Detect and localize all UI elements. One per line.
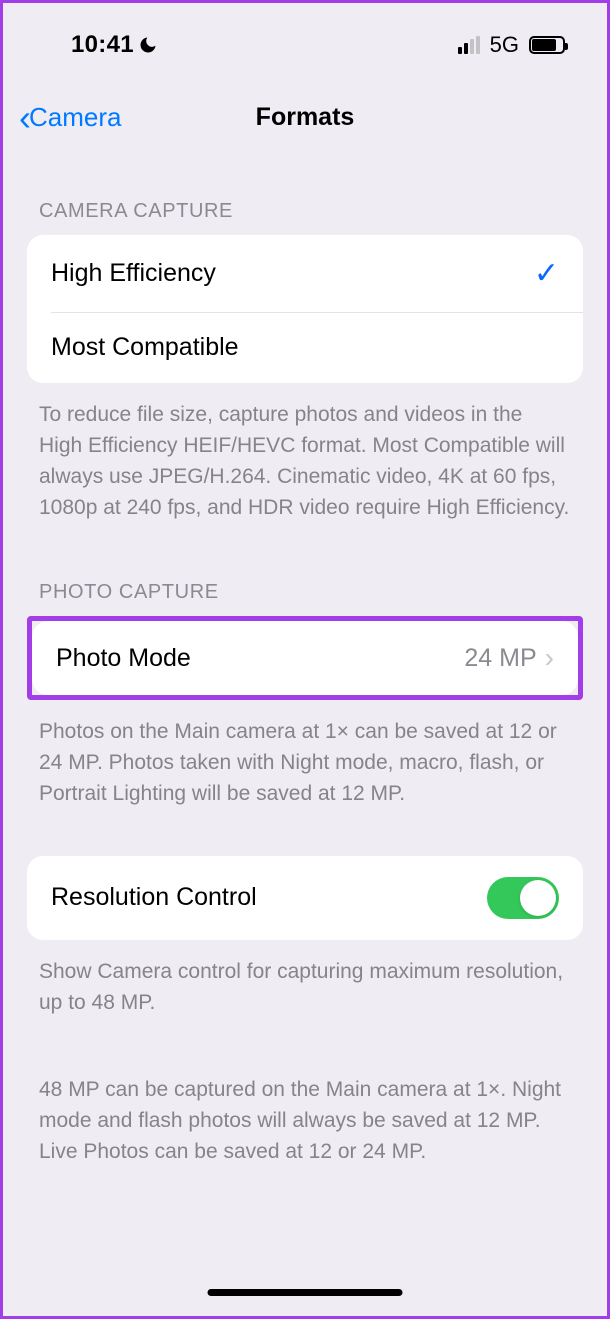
photo-mode-label: Photo Mode	[56, 644, 191, 673]
back-label: Camera	[29, 102, 121, 133]
photo-mode-row[interactable]: Photo Mode 24 MP ›	[32, 621, 578, 695]
high-efficiency-row[interactable]: High Efficiency ✓	[27, 235, 583, 312]
high-efficiency-label: High Efficiency	[51, 259, 216, 288]
highlight-annotation: Photo Mode 24 MP ›	[27, 616, 583, 700]
resolution-control-label: Resolution Control	[51, 883, 257, 912]
photo-capture-header: PHOTO CAPTURE	[27, 533, 583, 616]
camera-capture-footer: To reduce file size, capture photos and …	[27, 383, 583, 533]
resolution-control-group: Resolution Control	[27, 856, 583, 940]
photo-capture-section: PHOTO CAPTURE Photo Mode 24 MP › Photos …	[3, 533, 607, 819]
back-button[interactable]: ‹ Camera	[19, 100, 121, 136]
photo-capture-footer: Photos on the Main camera at 1× can be s…	[27, 700, 583, 819]
status-time: 10:41	[71, 31, 134, 59]
resolution-control-footer-1: Show Camera control for capturing maximu…	[27, 940, 583, 1028]
resolution-control-section: Resolution Control Show Camera control f…	[3, 856, 607, 1177]
photo-capture-group: Photo Mode 24 MP ›	[32, 621, 578, 695]
most-compatible-label: Most Compatible	[51, 333, 239, 362]
check-icon: ✓	[534, 256, 559, 291]
signal-icon	[458, 36, 480, 54]
camera-capture-header: CAMERA CAPTURE	[27, 160, 583, 235]
resolution-control-footer-2: 48 MP can be captured on the Main camera…	[27, 1058, 583, 1177]
nav-header: ‹ Camera Formats	[3, 73, 607, 160]
status-right: 5G	[458, 32, 565, 58]
most-compatible-row[interactable]: Most Compatible	[27, 312, 583, 383]
camera-capture-section: CAMERA CAPTURE High Efficiency ✓ Most Co…	[3, 160, 607, 533]
home-indicator[interactable]	[208, 1289, 403, 1296]
chevron-right-icon: ›	[545, 642, 554, 674]
battery-icon	[529, 36, 565, 54]
photo-mode-value: 24 MP	[464, 644, 536, 673]
camera-capture-group: High Efficiency ✓ Most Compatible	[27, 235, 583, 383]
status-left: 10:41	[71, 31, 158, 59]
network-type: 5G	[490, 32, 519, 58]
moon-icon	[138, 35, 158, 55]
resolution-control-row: Resolution Control	[27, 856, 583, 940]
status-bar: 10:41 5G	[3, 3, 607, 73]
resolution-control-toggle[interactable]	[487, 877, 559, 919]
page-title: Formats	[256, 103, 355, 132]
